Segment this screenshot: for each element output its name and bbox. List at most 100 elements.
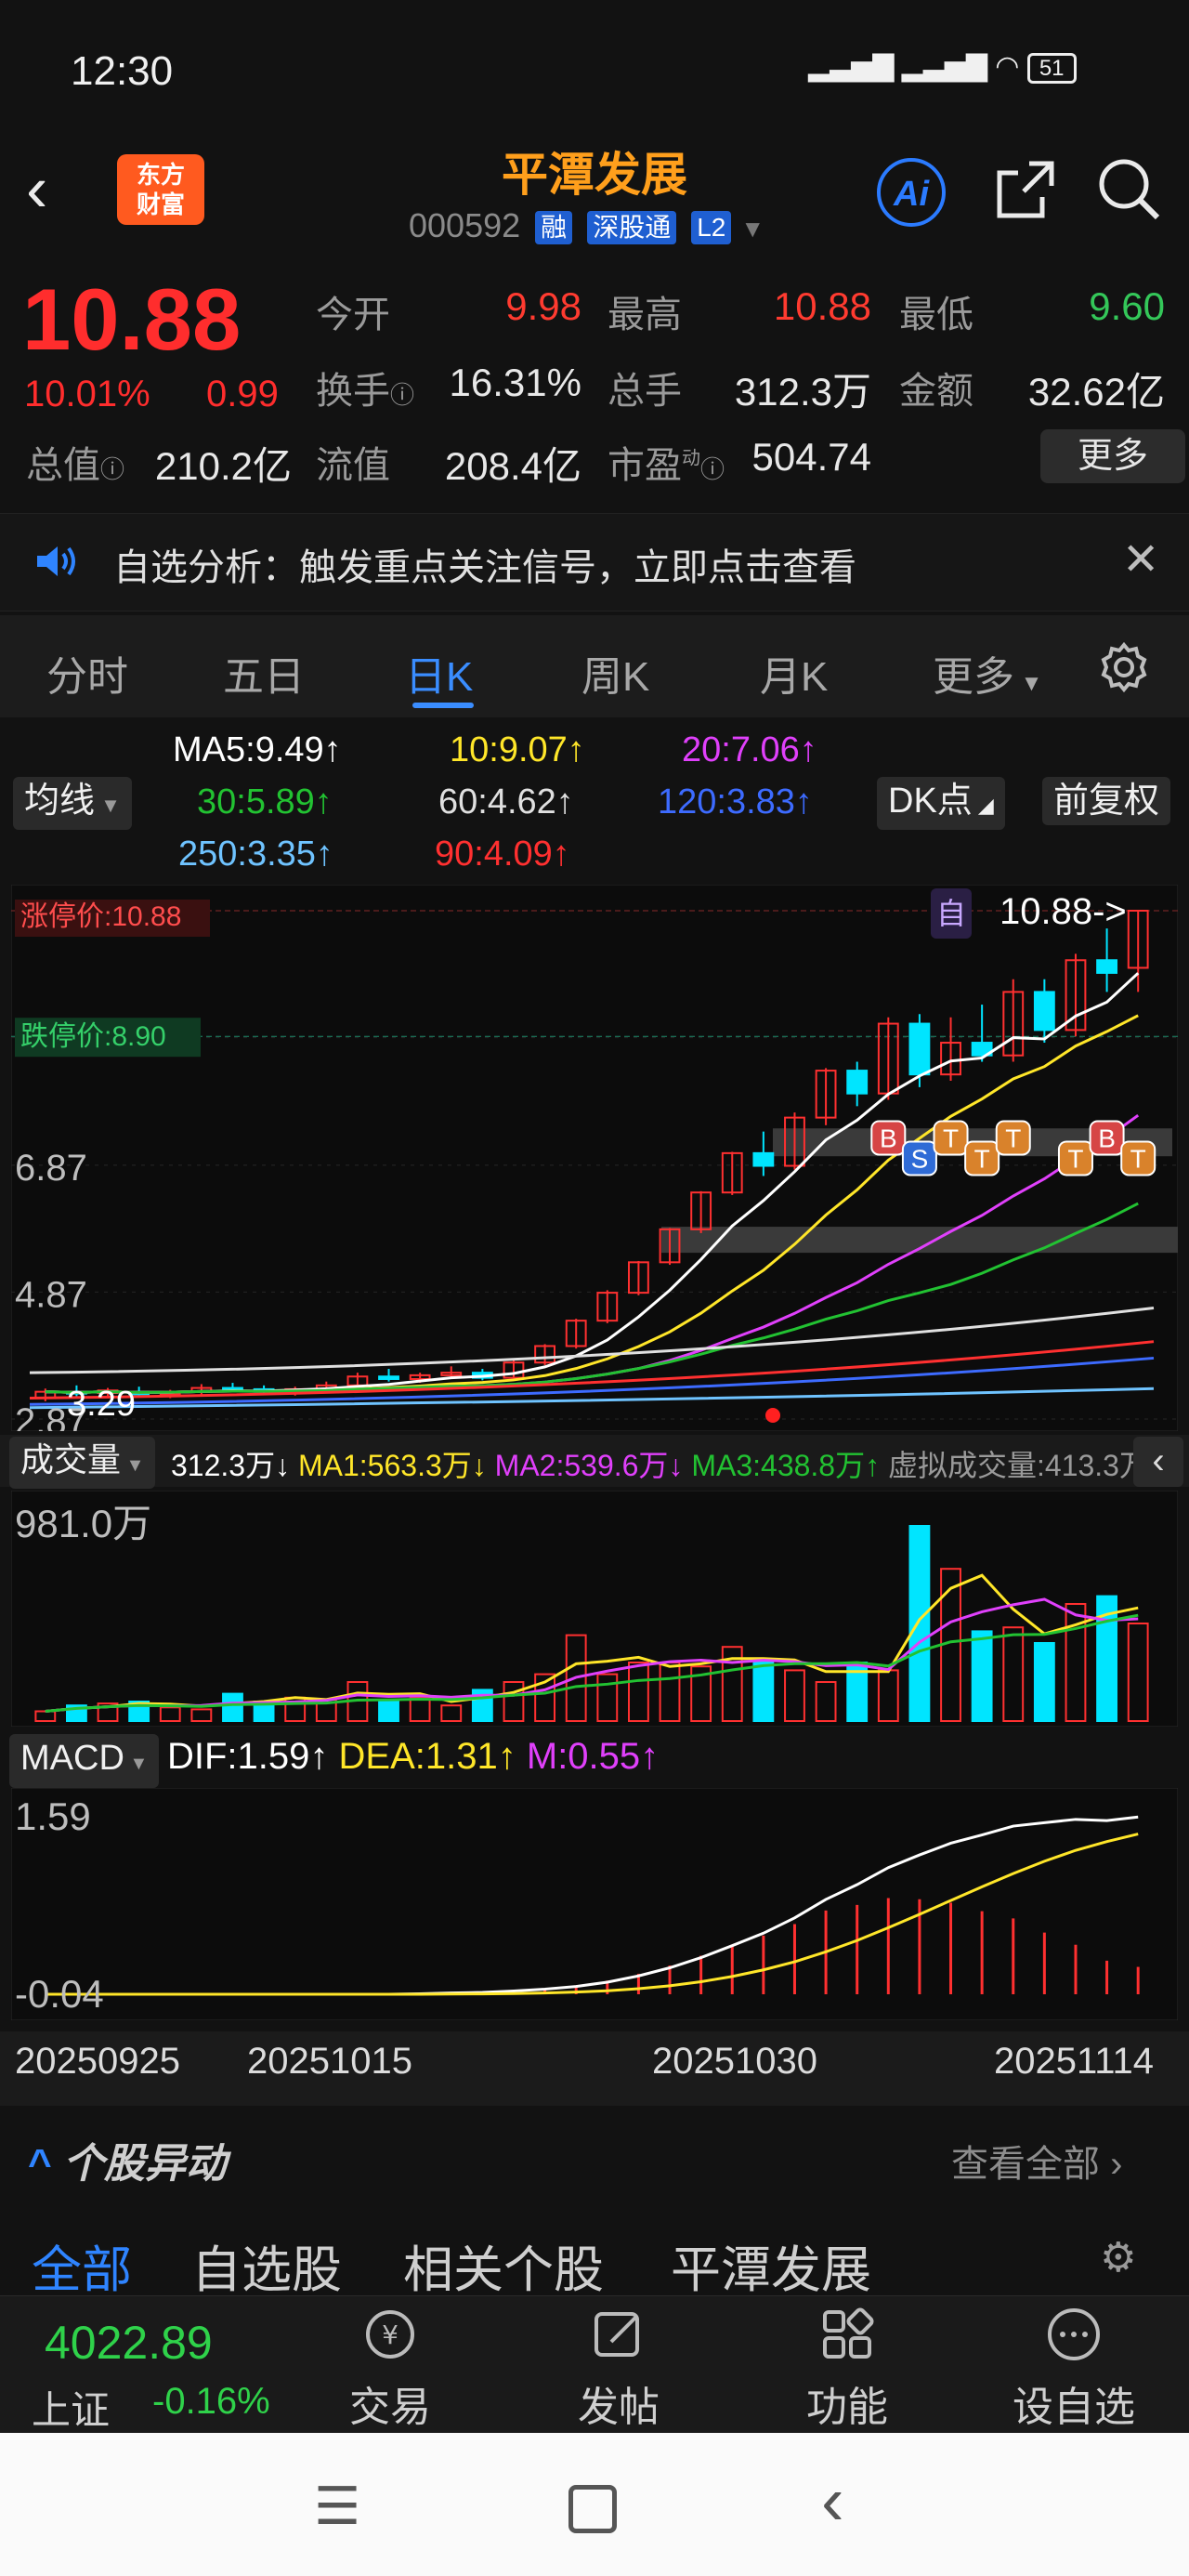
collapse-panel-icon[interactable]: ‹ bbox=[1133, 1437, 1183, 1487]
date-label: 20251114 bbox=[994, 2041, 1155, 2082]
signal-marker-label: T bbox=[1005, 1124, 1021, 1152]
back-icon[interactable]: ‹ bbox=[821, 2461, 844, 2540]
volume-chart[interactable]: 981.0万 bbox=[11, 1491, 1178, 1727]
chevron-up-icon: ^ bbox=[28, 2141, 52, 2187]
search-icon[interactable] bbox=[1096, 156, 1161, 223]
close-icon[interactable]: ✕ bbox=[1122, 533, 1159, 585]
grid-icon bbox=[817, 2305, 877, 2364]
share-icon[interactable] bbox=[992, 156, 1059, 223]
index-name: 上证 bbox=[32, 2388, 111, 2432]
tab-related[interactable]: 相关个股 bbox=[403, 2228, 604, 2302]
candle-body bbox=[378, 1375, 399, 1380]
edit-icon bbox=[589, 2305, 648, 2364]
speaker-icon bbox=[33, 543, 80, 580]
ma120-value: 120:3.83↑ bbox=[658, 782, 813, 821]
stat-label-high: 最高 bbox=[608, 295, 682, 335]
macd-selector[interactable]: MACD ▼ bbox=[9, 1734, 160, 1788]
wifi-icon: ◠ bbox=[995, 51, 1020, 82]
stat-value-float: 208.4亿 bbox=[444, 444, 581, 488]
home-icon[interactable] bbox=[568, 2485, 617, 2533]
signal-icon: ▂▃▅▇ bbox=[808, 51, 895, 82]
last-price-tag: 10.88-> bbox=[1000, 891, 1127, 932]
candle-body bbox=[1096, 959, 1118, 974]
ma60-value: 60:4.62↑ bbox=[438, 782, 574, 821]
low-price-label: 3.29 bbox=[67, 1385, 136, 1424]
signal-icon: ▂▃▅▇ bbox=[901, 51, 987, 82]
tag-connect: 深股通 bbox=[587, 211, 677, 245]
brand-logo: 东方 财富 bbox=[117, 154, 204, 225]
virtual-volume: 虚拟成交量:413.3万 bbox=[888, 1449, 1149, 1482]
ma-selector[interactable]: 均线 ▼ bbox=[13, 777, 132, 830]
stat-label-pe: 市盈动ⓘ bbox=[608, 445, 725, 486]
nav-trade[interactable]: ¥ 交易 bbox=[325, 2305, 455, 2433]
tag-margin: 融 bbox=[535, 211, 573, 245]
stat-label-turnover: 换手ⓘ bbox=[316, 371, 415, 412]
macd-chart[interactable]: 1.59 -0.04 bbox=[11, 1788, 1178, 2020]
price-axis-label: 6.87 bbox=[15, 1148, 87, 1189]
ma90-value: 90:4.09↑ bbox=[435, 835, 570, 874]
date-label: 20251030 bbox=[652, 2041, 817, 2082]
tab-weekly-k[interactable]: 周K bbox=[581, 643, 649, 703]
tag-l2: L2 bbox=[691, 211, 732, 245]
kline-chart[interactable]: BSTTTTBT 10.888.886.874.872.87涨停价:10.88跌… bbox=[11, 885, 1178, 1431]
menu-icon[interactable]: ☰ bbox=[314, 2476, 360, 2537]
macd-axis-label: 1.59 bbox=[15, 1794, 91, 1838]
volume-bar bbox=[908, 1525, 931, 1722]
stat-label-low: 最低 bbox=[899, 295, 973, 335]
signal-marker-label: S bbox=[911, 1144, 929, 1173]
tab-intraday[interactable]: 分时 bbox=[46, 643, 128, 703]
volume-bar bbox=[1033, 1642, 1055, 1722]
stat-value-pe: 504.74 bbox=[751, 435, 871, 479]
active-tab-indicator bbox=[412, 703, 474, 708]
volume-selector[interactable]: 成交量 ▼ bbox=[9, 1437, 156, 1489]
ma10-value: 10:9.07↑ bbox=[450, 730, 585, 769]
status-icons: ▂▃▅▇ ▂▃▅▇ ◠ 51 bbox=[808, 50, 1077, 84]
ai-assistant-icon[interactable]: Ai bbox=[877, 158, 946, 227]
stat-value-turnover: 16.31% bbox=[449, 361, 581, 404]
price-adjust-toggle[interactable]: 前复权 bbox=[1042, 777, 1171, 825]
movement-title[interactable]: ^ 个股异动 bbox=[28, 2130, 227, 2189]
tab-watchlist[interactable]: 自选股 bbox=[191, 2228, 342, 2302]
macd-dea: DEA:1.31↑ bbox=[338, 1736, 516, 1777]
back-icon[interactable]: ‹ bbox=[26, 156, 82, 221]
ma5-value: MA5:9.49↑ bbox=[173, 730, 342, 769]
volume-bar bbox=[222, 1692, 243, 1723]
gear-icon[interactable] bbox=[1098, 641, 1150, 693]
volume-bar bbox=[752, 1662, 775, 1722]
signal-marker-label: T bbox=[974, 1144, 990, 1173]
nav-post[interactable]: 发帖 bbox=[554, 2305, 684, 2433]
nav-add-watchlist[interactable]: 设自选 bbox=[1009, 2305, 1139, 2433]
stat-value-amount: 32.62亿 bbox=[1027, 370, 1165, 414]
limit-up-label: 涨停价:10.88 bbox=[20, 901, 181, 932]
tab-monthly-k[interactable]: 月K bbox=[760, 643, 828, 703]
nav-functions[interactable]: 功能 bbox=[782, 2305, 912, 2433]
tab-stock-news[interactable]: 平潭发展 bbox=[671, 2228, 871, 2302]
tab-all[interactable]: 全部 bbox=[32, 2228, 132, 2302]
dk-point-toggle[interactable]: DK点 ◢ bbox=[877, 777, 1005, 830]
notice-text[interactable]: 自选分析：触发重点关注信号，立即点击查看 bbox=[113, 537, 856, 591]
system-nav-bar: ☰ ‹ bbox=[0, 2433, 1189, 2576]
stock-code: 000592 bbox=[409, 206, 521, 244]
more-dots-icon bbox=[1044, 2305, 1104, 2364]
signal-marker-label: B bbox=[880, 1124, 897, 1152]
tab-more[interactable]: 更多 ▼ bbox=[933, 643, 1042, 703]
ma250-value: 250:3.35↑ bbox=[178, 835, 333, 874]
tab-daily-k[interactable]: 日K bbox=[405, 643, 473, 703]
macd-frame bbox=[11, 1788, 1178, 2020]
index-change: -0.16% bbox=[152, 2381, 270, 2422]
code-row[interactable]: 000592 融 深股通 L2 ▼ bbox=[409, 206, 764, 245]
stat-label-mktcap: 总值ⓘ bbox=[26, 445, 125, 486]
index-value[interactable]: 4022.89 bbox=[45, 2316, 213, 2370]
stat-label-amount: 金额 bbox=[899, 371, 973, 412]
more-stats-button[interactable]: 更多 bbox=[1040, 429, 1185, 483]
gear-icon[interactable]: ⚙ bbox=[1100, 2234, 1136, 2281]
volume-ma2: MA2:539.6万↓ bbox=[494, 1449, 684, 1482]
signal-marker-label: T bbox=[1067, 1144, 1083, 1173]
view-all-link[interactable]: 查看全部 › bbox=[951, 2134, 1122, 2188]
svg-text:¥: ¥ bbox=[382, 2320, 399, 2350]
volume-bar bbox=[971, 1630, 993, 1722]
stat-value-open: 9.98 bbox=[505, 284, 581, 328]
tab-five-day[interactable]: 五日 bbox=[223, 643, 305, 703]
macd-m: M:0.55↑ bbox=[526, 1736, 660, 1777]
stat-value-low: 9.60 bbox=[1089, 284, 1165, 328]
